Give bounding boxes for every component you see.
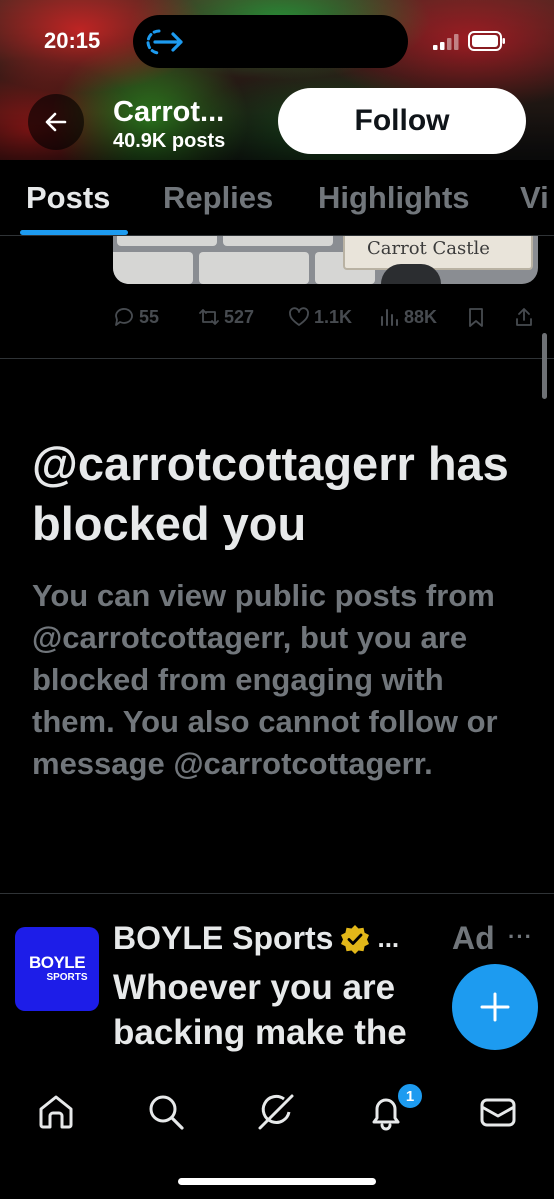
verified-badge-icon [341, 924, 370, 954]
back-button[interactable] [28, 94, 84, 150]
messages-icon [480, 1098, 516, 1127]
ad-name-text: BOYLE Sports [113, 920, 334, 956]
active-tab-indicator [20, 230, 128, 235]
tab-videos[interactable]: Vi [520, 180, 549, 216]
nav-grok[interactable] [254, 1090, 298, 1134]
post-actions: 55 527 1.1K 88K [113, 306, 538, 334]
heart-icon [289, 307, 309, 326]
bookmark-action[interactable] [465, 306, 487, 328]
compose-post-button[interactable] [452, 964, 538, 1050]
ad-label: Ad [452, 920, 495, 956]
follow-button[interactable]: Follow [278, 88, 526, 154]
home-icon [39, 1095, 73, 1129]
reply-icon [115, 308, 133, 326]
scrollbar[interactable] [542, 333, 547, 399]
status-bar: 20:15 [0, 0, 554, 80]
share-icon [516, 308, 532, 326]
bottom-navigation: 1 [0, 1058, 554, 1199]
divider [0, 358, 554, 359]
blocked-description: You can view public posts from @carrotco… [32, 578, 498, 781]
profile-header: Carrot... 40.9K posts Follow [0, 86, 554, 158]
share-action[interactable] [513, 306, 535, 328]
repost-action[interactable]: 527 [198, 306, 254, 328]
nav-home[interactable] [34, 1090, 78, 1134]
status-time: 20:15 [44, 28, 101, 53]
post-image-text: Carrot Castle [367, 238, 490, 259]
bookmark-icon [469, 308, 483, 327]
back-arrow-icon [45, 112, 67, 132]
views-action[interactable]: 88K [378, 306, 437, 328]
blocked-title: @carrotcottagerr has blocked you [32, 437, 509, 550]
nav-messages[interactable] [476, 1090, 520, 1134]
tab-highlights[interactable]: Highlights [318, 180, 470, 216]
ad-account-name[interactable]: BOYLE Sports ... [113, 920, 399, 957]
ad-logo-text: BOYLE [28, 953, 86, 972]
repost-count: 527 [224, 306, 255, 327]
like-count: 1.1K [314, 306, 353, 327]
views-icon [381, 309, 398, 326]
reply-count: 55 [139, 306, 160, 327]
cellular-signal-icon [433, 34, 459, 50]
like-action[interactable]: 1.1K [288, 306, 352, 328]
views-count: 88K [404, 306, 438, 327]
profile-title: Carrot... 40.9K posts [113, 96, 225, 153]
post-image[interactable]: Carrot Castle [113, 236, 538, 284]
search-icon [149, 1095, 184, 1130]
divider [0, 893, 554, 894]
more-options-icon[interactable]: ··· [508, 924, 533, 950]
ad-logo-subtext: SPORTS [46, 972, 88, 983]
dynamic-island [133, 15, 408, 68]
ad-name-ellipsis: ... [377, 923, 400, 953]
notification-badge: 1 [396, 1082, 424, 1110]
home-indicator[interactable] [178, 1178, 376, 1185]
reply-action[interactable]: 55 [113, 306, 159, 328]
login-arrow-icon [146, 29, 183, 55]
profile-tabs: Posts Replies Highlights Vi [0, 160, 554, 236]
nav-search[interactable] [144, 1090, 188, 1134]
grok-icon [258, 1094, 294, 1130]
ad-avatar[interactable]: BOYLE SPORTS [15, 927, 99, 1011]
tab-posts[interactable]: Posts [26, 180, 110, 216]
battery-icon [468, 31, 505, 51]
plus-icon [480, 992, 510, 1022]
ad-text[interactable]: Whoever you are backing make the [113, 965, 473, 1055]
profile-name: Carrot... [113, 96, 225, 128]
post-count: 40.9K posts [113, 130, 226, 152]
repost-icon [199, 309, 219, 325]
tab-replies[interactable]: Replies [163, 180, 273, 216]
